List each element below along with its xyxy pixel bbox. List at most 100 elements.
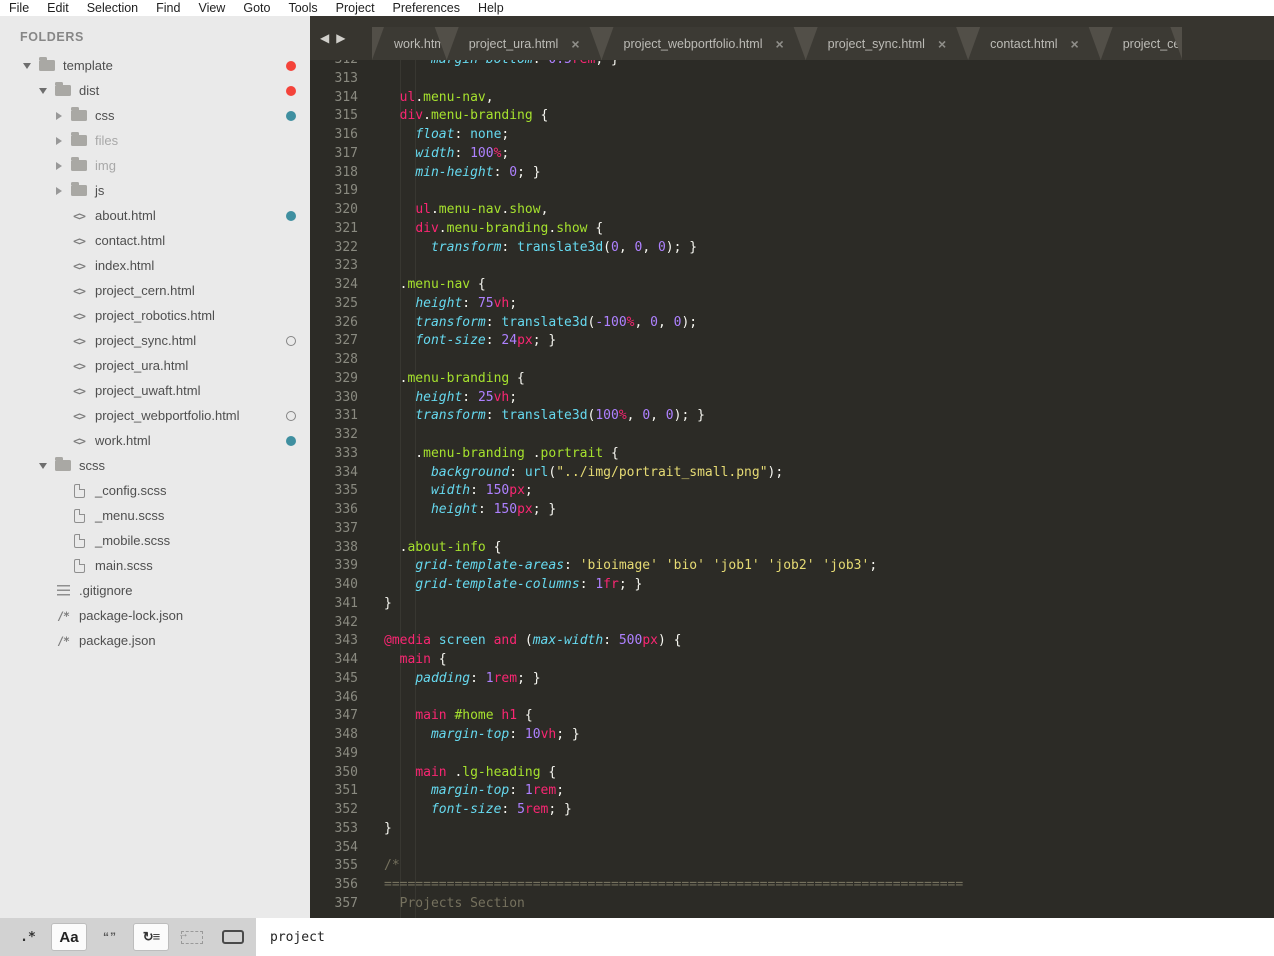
find-input[interactable] bbox=[256, 918, 1274, 956]
tab-project-sync-html[interactable]: project_sync.html × bbox=[806, 27, 968, 60]
line-number: 332 bbox=[334, 427, 358, 442]
tree-item--menu-scss[interactable]: _menu.scss bbox=[0, 503, 310, 528]
regex-icon: .* bbox=[20, 929, 36, 945]
tree-item-css[interactable]: css bbox=[0, 103, 310, 128]
tree-item-scss[interactable]: scss bbox=[0, 453, 310, 478]
menu-item-help[interactable]: Help bbox=[469, 0, 513, 16]
wrap-icon: ↻≡ bbox=[142, 929, 161, 944]
line-text: div.menu-branding { bbox=[399, 108, 549, 124]
hollow-status-dot bbox=[286, 335, 296, 346]
tab-strip: work.htm project_ura.html × project_webport… bbox=[372, 27, 1183, 60]
tree-item-project-robotics-html[interactable]: <> project_robotics.html bbox=[0, 303, 310, 328]
tab-project-ce[interactable]: project_ce bbox=[1101, 27, 1183, 60]
tree-item-template[interactable]: template bbox=[0, 53, 310, 78]
code-icon: <> bbox=[73, 258, 86, 273]
code-editor[interactable]: 312 margin-bottom: 0.5rem; }313314 ul.me… bbox=[310, 60, 1274, 918]
collapsed-arrow-icon[interactable] bbox=[55, 136, 62, 145]
tree-item-dist[interactable]: dist bbox=[0, 78, 310, 103]
tree-item-package-json[interactable]: /* package.json bbox=[0, 628, 310, 653]
tab-project-webportfolio-html[interactable]: project_webportfolio.html × bbox=[602, 27, 806, 60]
line-number: 342 bbox=[334, 614, 358, 630]
tab-project-ura-html[interactable]: project_ura.html × bbox=[447, 27, 602, 60]
highlight-matches-icon bbox=[222, 930, 244, 944]
line-number: 335 bbox=[334, 483, 358, 499]
tree-item-index-html[interactable]: <> index.html bbox=[0, 253, 310, 278]
collapsed-arrow-icon[interactable] bbox=[55, 161, 62, 170]
line-number: 324 bbox=[334, 277, 358, 292]
tab-close-icon[interactable]: × bbox=[938, 37, 946, 51]
tree-item-js[interactable]: js bbox=[0, 178, 310, 203]
line-number: 351 bbox=[334, 783, 358, 799]
line-text: padding: 1rem; } bbox=[415, 670, 541, 686]
tree-item-project-ura-html[interactable]: <> project_ura.html bbox=[0, 353, 310, 378]
collapsed-arrow-icon[interactable] bbox=[55, 111, 62, 120]
tree-item-main-scss[interactable]: main.scss bbox=[0, 553, 310, 578]
tab-close-icon[interactable]: × bbox=[571, 37, 579, 51]
line-text: .about-info { bbox=[384, 539, 502, 555]
code-line: 347 main #home h1 { bbox=[310, 707, 1274, 726]
tree-item--mobile-scss[interactable]: _mobile.scss bbox=[0, 528, 310, 553]
menu-item-selection[interactable]: Selection bbox=[78, 0, 147, 16]
code-line: 353} bbox=[310, 820, 1274, 839]
tree-item-about-html[interactable]: <> about.html bbox=[0, 203, 310, 228]
menu-item-preferences[interactable]: Preferences bbox=[384, 0, 469, 16]
code-line: 338 .about-info { bbox=[310, 539, 1274, 558]
tree-item-project-uwaft-html[interactable]: <> project_uwaft.html bbox=[0, 378, 310, 403]
code-line: 339 grid-template-areas: 'bioimage' 'bio… bbox=[310, 557, 1274, 576]
line-text: ========================================… bbox=[384, 877, 964, 892]
line-text: } bbox=[384, 820, 392, 836]
tab-scroll-right-icon[interactable]: ▶ bbox=[336, 29, 345, 47]
menu-item-view[interactable]: View bbox=[189, 0, 234, 16]
tree-item-project-webportfolio-html[interactable]: <> project_webportfolio.html bbox=[0, 403, 310, 428]
line-text: font-size: 24px; } bbox=[415, 333, 557, 349]
in-selection-toggle[interactable]: → bbox=[174, 923, 210, 951]
tree-item-label: .gitignore bbox=[79, 583, 133, 598]
tree-item-files[interactable]: files bbox=[0, 128, 310, 153]
line-text: height: 25vh; bbox=[415, 389, 518, 405]
expanded-arrow-icon[interactable] bbox=[38, 462, 47, 469]
menu-item-edit[interactable]: Edit bbox=[38, 0, 78, 16]
tree-item-project-sync-html[interactable]: <> project_sync.html bbox=[0, 328, 310, 353]
tab-close-icon[interactable]: × bbox=[1071, 37, 1079, 51]
tree-item-package-lock-json[interactable]: /* package-lock.json bbox=[0, 603, 310, 628]
tree-item-label: work.html bbox=[95, 433, 151, 448]
tab-contact-html[interactable]: contact.html × bbox=[968, 27, 1101, 60]
code-icon: <> bbox=[73, 333, 86, 348]
tree-item-img[interactable]: img bbox=[0, 153, 310, 178]
tab-close-icon[interactable]: × bbox=[775, 37, 783, 51]
folder-icon bbox=[66, 107, 92, 121]
line-text: div.menu-branding.show { bbox=[415, 220, 604, 236]
line-text: margin-top: 10vh; } bbox=[430, 727, 580, 742]
tab-scroll-left-icon[interactable]: ◀ bbox=[320, 29, 329, 47]
line-text: width: 100%; bbox=[415, 145, 510, 161]
line-text: height: 75vh; bbox=[415, 295, 518, 311]
menu-item-tools[interactable]: Tools bbox=[279, 0, 326, 16]
line-number: 313 bbox=[334, 70, 358, 86]
highlight-matches-toggle[interactable] bbox=[215, 923, 251, 951]
tree-item--gitignore[interactable]: .gitignore bbox=[0, 578, 310, 603]
whole-word-toggle[interactable]: “” bbox=[92, 923, 128, 951]
menu-item-project[interactable]: Project bbox=[327, 0, 384, 16]
tree-item-label: img bbox=[95, 158, 116, 173]
tree-item-contact-html[interactable]: <> contact.html bbox=[0, 228, 310, 253]
line-text: font-size: 5rem; } bbox=[430, 802, 572, 817]
collapsed-arrow-icon[interactable] bbox=[55, 186, 62, 195]
code-line: 351 margin-top: 1rem; bbox=[310, 782, 1274, 801]
tree-item-work-html[interactable]: <> work.html bbox=[0, 428, 310, 453]
tree-item--config-scss[interactable]: _config.scss bbox=[0, 478, 310, 503]
tree-item-project-cern-html[interactable]: <> project_cern.html bbox=[0, 278, 310, 303]
regex-toggle[interactable]: .* bbox=[10, 923, 46, 951]
line-text: ul.menu-nav.show, bbox=[415, 202, 549, 217]
tab-work-htm[interactable]: work.htm bbox=[372, 27, 447, 60]
code-line: 349 bbox=[310, 745, 1274, 764]
wrap-toggle[interactable]: ↻≡ bbox=[133, 923, 169, 951]
menu-item-find[interactable]: Find bbox=[147, 0, 189, 16]
line-text: @media screen and (max-width: 500px) { bbox=[384, 633, 682, 649]
expanded-arrow-icon[interactable] bbox=[38, 87, 47, 94]
expanded-arrow-icon[interactable] bbox=[22, 62, 31, 69]
code-line: 329 .menu-branding { bbox=[310, 370, 1274, 389]
case-sensitive-toggle[interactable]: Aa bbox=[51, 923, 87, 951]
menu-item-file[interactable]: File bbox=[0, 0, 38, 16]
menu-item-goto[interactable]: Goto bbox=[234, 0, 279, 16]
arrow-slot bbox=[19, 62, 34, 69]
